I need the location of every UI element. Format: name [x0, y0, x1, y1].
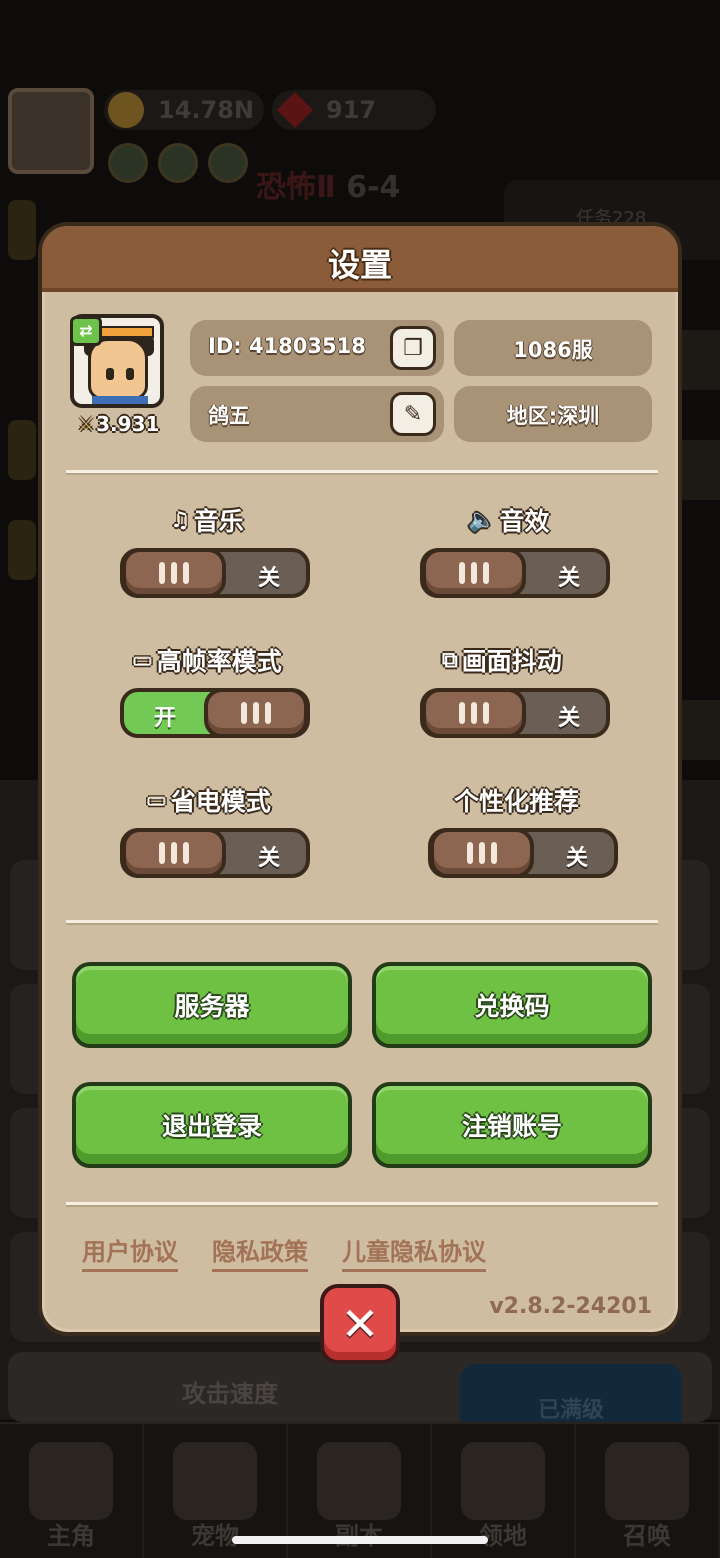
toggle-knob[interactable]: [430, 828, 534, 878]
gem-altar-icon: [605, 1442, 689, 1520]
toggle-knob[interactable]: [122, 828, 226, 878]
privacy-policy-link[interactable]: 隐私政策: [212, 1232, 308, 1272]
close-button[interactable]: ✕: [320, 1284, 400, 1364]
player-avatar[interactable]: [8, 88, 94, 174]
high-fps-label: ▭ 高帧率模式: [132, 647, 282, 676]
toggle-knob[interactable]: [422, 548, 526, 598]
divider: [66, 1202, 658, 1207]
music-note-icon: ♫: [170, 507, 190, 533]
delete-account-button[interactable]: 注销账号: [372, 1082, 652, 1168]
settings-dialog: 设置 ⇄ ⚔ 3.931 ID: 41803518 ❐ 1086服 鸽五 ✎ 地…: [38, 222, 682, 1336]
tab-summon[interactable]: 召唤: [576, 1424, 720, 1558]
buff-icon[interactable]: [158, 143, 198, 183]
toggle-knob[interactable]: [122, 548, 226, 598]
logout-button[interactable]: 退出登录: [72, 1082, 352, 1168]
speaker-icon: 🔈: [468, 507, 496, 533]
player-region: 地区:深圳: [506, 404, 600, 428]
toggle-knob[interactable]: [204, 688, 308, 738]
buff-icon[interactable]: [208, 143, 248, 183]
side-event-icon[interactable]: [8, 200, 36, 260]
home-indicator[interactable]: [232, 1536, 488, 1544]
coin-icon: [108, 92, 144, 128]
combat-power: ⚔ 3.931: [76, 412, 159, 436]
castle-icon: [461, 1442, 545, 1520]
server-button[interactable]: 服务器: [72, 962, 352, 1048]
side-event-icon[interactable]: [680, 700, 720, 760]
divider: [66, 470, 658, 475]
gold-amount: 14.78N: [158, 96, 254, 124]
nickname-field: 鸽五 ✎: [190, 386, 444, 442]
tab-hero[interactable]: 主角: [0, 1424, 144, 1558]
combat-power-value: 3.931: [96, 412, 160, 436]
player-id-field: ID: 41803518 ❐: [190, 320, 444, 376]
side-event-icon[interactable]: [680, 440, 720, 500]
upgrade-label: 攻击速度: [182, 1380, 278, 1408]
edit-pencil-icon[interactable]: ✎: [390, 392, 436, 436]
sfx-toggle[interactable]: 关: [420, 548, 610, 598]
buff-icon[interactable]: [108, 143, 148, 183]
toggle-knob[interactable]: [422, 688, 526, 738]
cat-icon: [173, 1442, 257, 1520]
dialog-header: 设置: [42, 226, 678, 292]
version-label: v2.8.2-24201: [489, 1294, 652, 1319]
redeem-code-button[interactable]: 兑换码: [372, 962, 652, 1048]
gem-counter: 917: [272, 90, 436, 130]
screen-shake-label: ⧉ 画面抖动: [442, 647, 562, 676]
monitor-icon: ▭: [132, 647, 153, 673]
battery-icon: ▭: [146, 787, 167, 813]
crossed-swords-icon: ⚔: [78, 413, 95, 435]
side-event-icon[interactable]: [8, 520, 36, 580]
personalized-label: 个性化推荐: [454, 787, 580, 816]
divider: [66, 920, 658, 925]
swords-icon: [317, 1442, 401, 1520]
dialog-title: 设置: [327, 246, 392, 284]
personalized-toggle[interactable]: 关: [428, 828, 618, 878]
shake-icon: ⧉: [442, 647, 458, 673]
copy-icon[interactable]: ❐: [390, 326, 436, 370]
gem-amount: 917: [326, 96, 377, 124]
power-save-toggle[interactable]: 关: [120, 828, 310, 878]
stage-indicator: 恐怖Ⅱ 6-4: [256, 170, 401, 205]
server-field: 1086服: [454, 320, 652, 376]
music-label: ♫ 音乐: [170, 507, 244, 536]
crown-icon: [29, 1442, 113, 1520]
screen-shake-toggle[interactable]: 关: [420, 688, 610, 738]
side-event-icon[interactable]: [680, 330, 720, 390]
server-name: 1086服: [513, 338, 593, 362]
side-event-icon[interactable]: [8, 420, 36, 480]
high-fps-toggle[interactable]: 开: [120, 688, 310, 738]
user-agreement-link[interactable]: 用户协议: [82, 1232, 178, 1272]
gold-counter: 14.78N: [104, 90, 264, 130]
player-id: ID: 41803518: [208, 334, 366, 358]
music-toggle[interactable]: 关: [120, 548, 310, 598]
child-privacy-link[interactable]: 儿童隐私协议: [342, 1232, 486, 1272]
player-nickname: 鸽五: [208, 404, 250, 428]
sfx-label: 🔈 音效: [468, 507, 550, 536]
region-field: 地区:深圳: [454, 386, 652, 442]
swap-avatar-icon[interactable]: ⇄: [70, 316, 102, 346]
power-save-label: ▭ 省电模式: [146, 787, 271, 816]
close-icon: ✕: [340, 1297, 380, 1351]
gem-icon: [276, 91, 314, 129]
